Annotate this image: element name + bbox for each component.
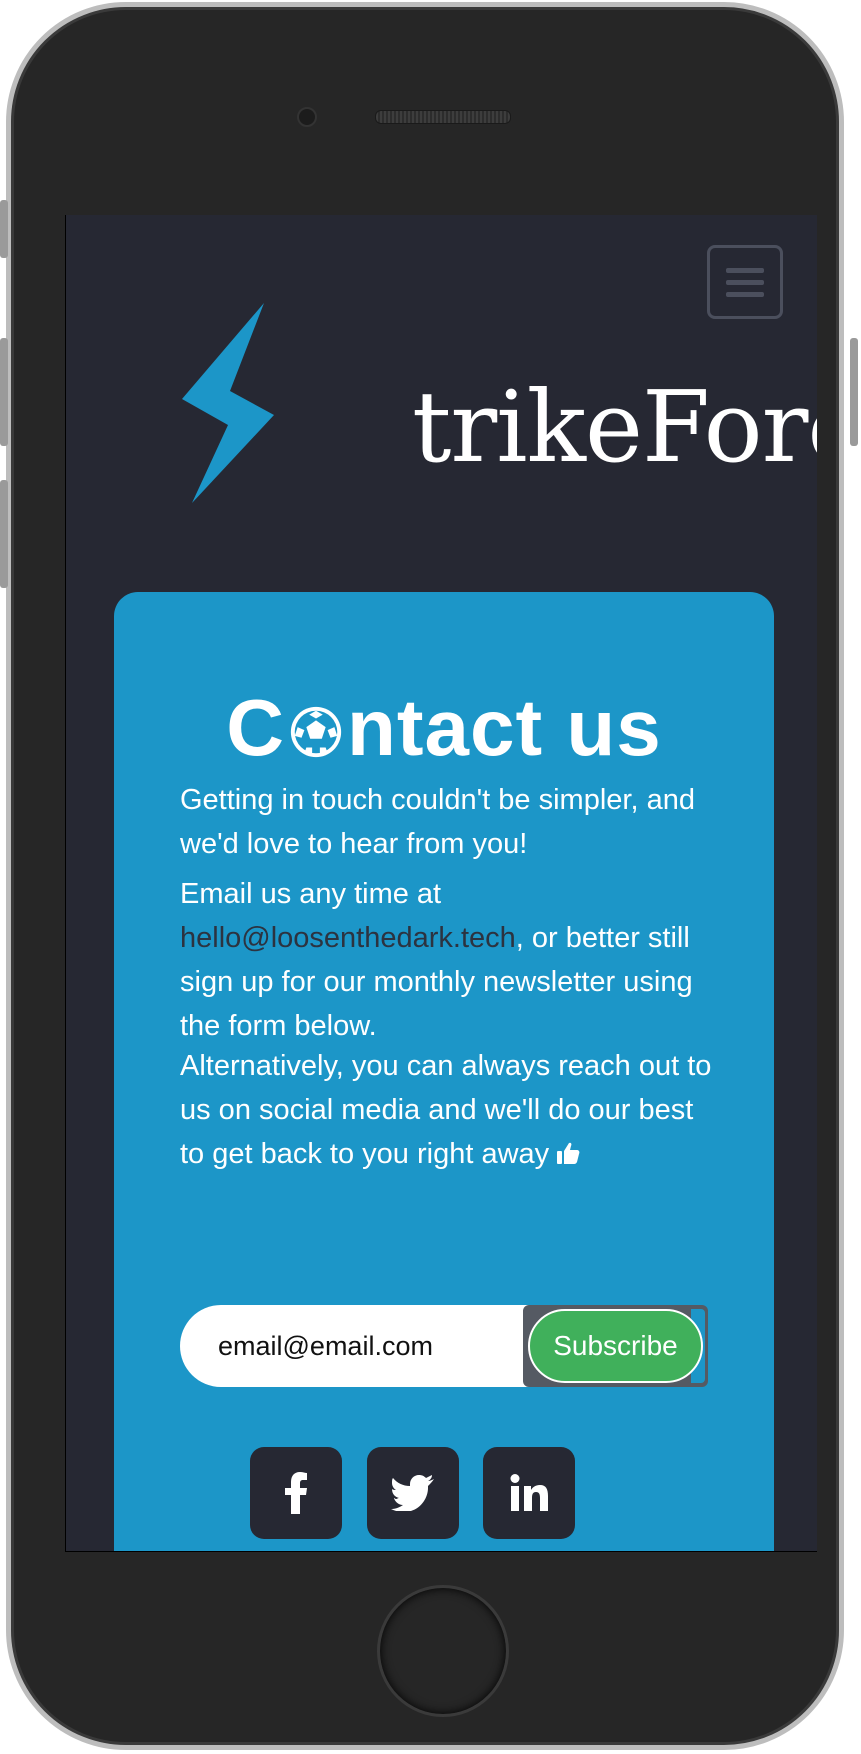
phone-frame: trikeForce C ntact us Getting in touch c…	[6, 2, 844, 1750]
facebook-icon	[285, 1472, 307, 1514]
subscribe-button-wrapper: Subscribe	[523, 1305, 708, 1387]
email-input[interactable]	[180, 1305, 540, 1387]
newsletter-form: Subscribe	[180, 1305, 708, 1387]
linkedin-button[interactable]	[483, 1447, 575, 1539]
facebook-button[interactable]	[250, 1447, 342, 1539]
email-text-before: Email us any time at	[180, 878, 442, 910]
logo-text: trikeForce	[412, 371, 817, 485]
social-text: Alternatively, you can always reach out …	[180, 1050, 712, 1170]
email-paragraph: Email us any time at hello@loosenthedark…	[180, 872, 720, 1048]
thumbs-up-icon	[557, 1142, 580, 1164]
power-button	[850, 338, 858, 446]
subscribe-button[interactable]: Subscribe	[528, 1309, 703, 1383]
social-links	[114, 1447, 774, 1539]
volume-down-button	[0, 480, 8, 588]
volume-up-button	[0, 338, 8, 446]
intro-paragraph: Getting in touch couldn't be simpler, an…	[180, 784, 695, 860]
strikeforce-logo[interactable]: trikeForce	[182, 303, 817, 539]
hamburger-icon-bar	[726, 292, 764, 297]
email-link[interactable]: hello@loosenthedark.tech	[180, 922, 516, 954]
screen: trikeForce C ntact us Getting in touch c…	[65, 215, 817, 1552]
twitter-icon	[391, 1475, 434, 1511]
earpiece-speaker	[375, 110, 511, 124]
linkedin-icon	[510, 1474, 548, 1511]
lightning-bolt-icon	[182, 303, 274, 503]
title-start: C	[226, 683, 286, 772]
hamburger-icon	[726, 268, 764, 273]
twitter-button[interactable]	[367, 1447, 459, 1539]
mute-switch	[0, 200, 8, 258]
title-end: ntact us	[347, 683, 662, 772]
soccer-ball-icon	[290, 706, 342, 758]
hamburger-icon-bar	[726, 280, 764, 285]
social-paragraph: Alternatively, you can always reach out …	[180, 1044, 720, 1176]
home-button[interactable]	[377, 1585, 509, 1717]
front-camera	[297, 107, 317, 127]
contact-title: C ntact us	[114, 682, 774, 774]
contact-card: C ntact us Getting in touch couldn't be …	[114, 592, 774, 1551]
